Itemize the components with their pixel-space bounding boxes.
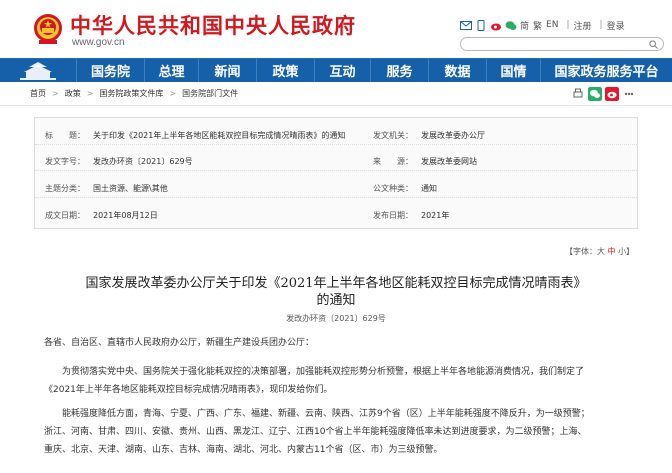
print-icon[interactable] [571, 87, 585, 101]
docno-value: 发改办环资〔2021〕629号 [93, 157, 193, 166]
info-row-docno: 发文字号： 发改办环资〔2021〕629号 来 源： 发展改革委网站 [35, 148, 637, 171]
mail-icon[interactable] [460, 20, 472, 31]
issuer-label: 发文机关： [373, 131, 413, 140]
national-emblem-icon[interactable] [33, 13, 63, 45]
document-info-table: 标 题： 关于印发《2021年上半年各地区能耗双控目标完成情况晴雨表》的通知 发… [34, 117, 638, 229]
search-icon[interactable] [649, 40, 658, 49]
info-row-date: 成文日期： 2021年08月12日 发布日期： 2021年 [35, 202, 637, 225]
title-label: 标 题： [45, 131, 85, 140]
nav-service[interactable]: 服务 [370, 59, 428, 82]
wechat-share-icon[interactable] [588, 87, 602, 101]
wechat-icon[interactable] [505, 20, 517, 31]
topic-value: 国土资源、能源\其他 [93, 184, 168, 193]
nav-news[interactable]: 新闻 [198, 59, 256, 82]
font-size-control: 【字体：大 中 小】 [565, 247, 635, 256]
issuer-value: 发展改革委办公厅 [421, 131, 485, 140]
weibo-icon[interactable] [490, 20, 502, 31]
main-nav: 国务院 总理 新闻 政策 互动 服务 数据 国情 国家政务服务平台 [0, 58, 672, 82]
article-paragraph-1: 为贯彻落实党中央、国务院关于强化能耗双控的决策部署，加强能耗双控形势分析预警，根… [44, 367, 585, 395]
docno-label: 发文字号： [45, 157, 85, 166]
topic-label: 主题分类： [45, 184, 85, 193]
article-salutation: 各省、自治区、直辖市人民政府办公厅，新疆生产建设兵团办公厅： [44, 338, 315, 348]
breadcrumb-policy[interactable]: 政策 [65, 88, 81, 99]
breadcrumb-dept-files[interactable]: 国务院部门文件 [182, 88, 238, 99]
nav-data[interactable]: 数据 [428, 59, 486, 82]
simplified-link[interactable]: 简 [520, 19, 529, 32]
nav-national[interactable]: 国情 [486, 59, 540, 82]
register-link[interactable]: 注册 [574, 19, 592, 32]
login-link[interactable]: 登录 [607, 19, 625, 32]
breadcrumb-home[interactable]: 首页 [30, 88, 46, 99]
nav-premier[interactable]: 总理 [144, 59, 198, 82]
english-link[interactable]: EN [546, 20, 558, 30]
nav-policy[interactable]: 政策 [256, 59, 314, 82]
breadcrumb: 首页 > 政策 > 国务院政策文件库 > 国务院部门文件 [0, 82, 672, 106]
nav-interact[interactable]: 互动 [314, 59, 370, 82]
font-large-button[interactable]: 大 [597, 247, 605, 256]
date-value: 2021年08月12日 [93, 211, 158, 220]
source-value: 发展改革委网站 [421, 157, 477, 166]
site-header: 中华人民共和国中央人民政府 www.gov.cn 简 繁 EN | 注册 | 登… [0, 0, 672, 58]
weibo-share-icon[interactable] [605, 87, 619, 101]
traditional-link[interactable]: 繁 [533, 19, 542, 32]
share-bar [571, 87, 636, 101]
pub-value: 2021年 [421, 211, 450, 220]
info-row-topic: 主题分类： 国土资源、能源\其他 公文种类： 通知 [35, 175, 637, 198]
search-input[interactable] [460, 37, 664, 51]
site-name[interactable]: 中华人民共和国中央人民政府 [70, 10, 356, 40]
font-medium-button[interactable]: 中 [608, 247, 616, 256]
title-value: 关于印发《2021年上半年各地区能耗双控目标完成情况晴雨表》的通知 [93, 131, 346, 140]
article-paragraph-2: 能耗强度降低方面，青海、宁夏、广西、广东、福建、新疆、云南、陕西、江苏9个省（区… [44, 409, 590, 455]
breadcrumb-policy-library[interactable]: 国务院政策文件库 [99, 88, 163, 99]
source-label: 来 源： [373, 157, 413, 166]
type-label: 公文种类： [373, 184, 413, 193]
date-label: 成文日期： [45, 211, 85, 220]
nav-state-council[interactable]: 国务院 [76, 59, 144, 82]
info-row-title: 标 题： 关于印发《2021年上半年各地区能耗双控目标完成情况晴雨表》的通知 发… [35, 122, 637, 145]
tiananmen-icon [20, 62, 56, 80]
pub-label: 发布日期： [373, 211, 413, 220]
font-small-button[interactable]: 小 [618, 247, 626, 256]
article-doc-number: 发改办环资〔2021〕629号 [286, 314, 386, 323]
type-value: 通知 [421, 184, 437, 193]
site-url: www.gov.cn [72, 37, 125, 48]
article-title: 国家发展改革委办公厅关于印发《2021年上半年各地区能耗双控目标完成情况晴雨表》… [85, 276, 587, 308]
top-links: 简 繁 EN | 注册 | 登录 [460, 18, 629, 32]
more-share-icon[interactable] [622, 87, 636, 101]
nav-home-logo[interactable] [0, 59, 76, 82]
nav-gov-service-platform[interactable]: 国家政务服务平台 [540, 59, 672, 82]
mobile-icon[interactable] [475, 19, 487, 31]
